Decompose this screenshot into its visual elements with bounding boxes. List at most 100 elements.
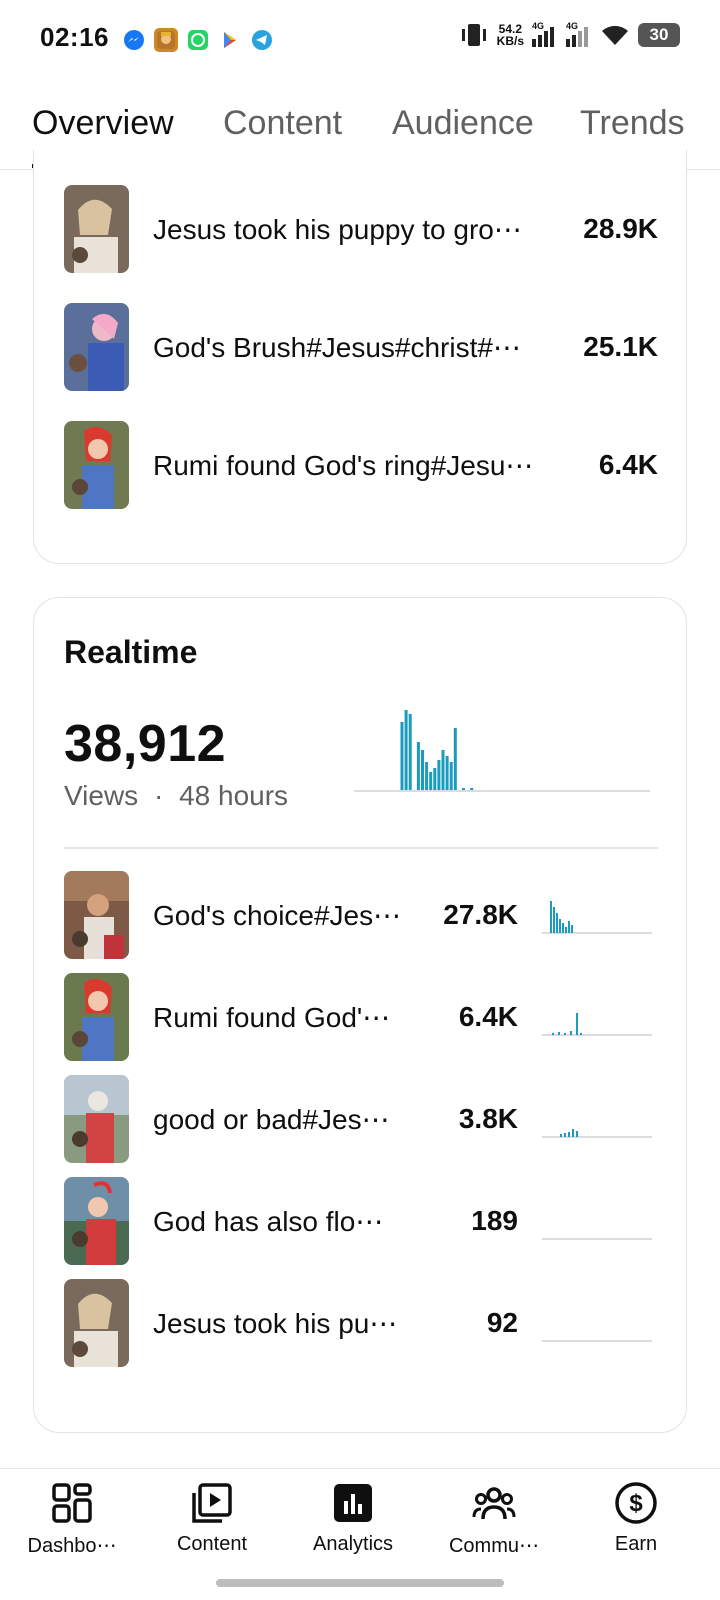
realtime-video-row[interactable]: Rumi found God'⋯ 6.4K xyxy=(64,972,658,1062)
video-title: good or bad#Jes⋯ xyxy=(153,1103,390,1135)
video-sparkline xyxy=(542,1013,652,1036)
period-label: 48 hours xyxy=(179,780,289,811)
realtime-card[interactable]: Realtime 38,912 Views · 48 hours God's c… xyxy=(33,597,687,1433)
system-indicators: 54.2 KB/s 4G 4G 30 xyxy=(459,21,680,48)
video-views: 27.8K xyxy=(443,899,518,930)
video-views: 189 xyxy=(471,1205,518,1236)
nav-community[interactable]: Commu⋯ xyxy=(422,1481,566,1558)
chart-bar xyxy=(445,756,449,790)
chart-bar xyxy=(408,714,412,790)
video-sparkline xyxy=(542,1238,652,1240)
video-title: Jesus took his pu⋯ xyxy=(153,1307,398,1339)
realtime-subtitle: Views · 48 hours xyxy=(64,780,288,812)
video-thumbnail xyxy=(64,303,129,391)
chart-bar xyxy=(437,760,441,790)
nav-label: Commu⋯ xyxy=(448,1535,539,1557)
messenger-icon xyxy=(122,28,146,52)
nav-label: Dashbo⋯ xyxy=(27,1535,117,1557)
video-thumbnail xyxy=(64,973,129,1061)
wifi-icon xyxy=(602,25,628,45)
nav-label: Content xyxy=(176,1533,248,1555)
nav-label: Earn xyxy=(614,1533,658,1555)
video-thumbnail xyxy=(64,421,129,509)
realtime-video-row[interactable]: God's choice#Jes⋯ 27.8K xyxy=(64,870,658,960)
play-store-icon xyxy=(218,28,242,52)
tab-content[interactable]: Content xyxy=(223,104,342,143)
video-title: Rumi found God'⋯ xyxy=(153,1001,391,1033)
signal-1-label: 4G xyxy=(532,21,545,31)
dashboard-icon xyxy=(52,1483,92,1523)
chart-bar xyxy=(449,762,453,790)
top-content-item[interactable]: Rumi found God's ring#Jesu⋯ 6.4K xyxy=(64,420,658,510)
network-speed-unit: KB/s xyxy=(496,34,524,48)
game-app-icon xyxy=(154,28,178,52)
views-label: Views xyxy=(64,780,139,811)
realtime-video-row[interactable]: good or bad#Jes⋯ 3.8K xyxy=(64,1074,658,1164)
realtime-video-row[interactable]: God has also flo⋯ 189 xyxy=(64,1176,658,1266)
video-title: God's choice#Jes⋯ xyxy=(153,899,402,931)
video-views: 28.9K xyxy=(583,213,658,244)
analytics-icon xyxy=(334,1484,372,1522)
separator: · xyxy=(153,780,164,811)
nav-content[interactable]: Content xyxy=(140,1481,284,1556)
battery-icon: 30 xyxy=(638,23,680,47)
video-thumbnail xyxy=(64,1279,129,1367)
chart-bar xyxy=(400,722,404,790)
video-thumbnail xyxy=(64,1177,129,1265)
video-thumbnail xyxy=(64,1075,129,1163)
video-title: God has also flo⋯ xyxy=(153,1205,384,1237)
video-thumbnail xyxy=(64,871,129,959)
video-thumbnail xyxy=(64,185,129,273)
video-sparkline xyxy=(542,1340,652,1342)
top-content-item[interactable]: Jesus took his puppy to gro⋯ 28.9K xyxy=(64,184,658,274)
video-views: 92 xyxy=(486,1307,518,1338)
realtime-bar-chart xyxy=(354,710,650,792)
nav-earn[interactable]: $ Earn xyxy=(564,1481,708,1556)
realtime-video-row[interactable]: Jesus took his pu⋯ 92 xyxy=(64,1278,658,1368)
notification-icons xyxy=(122,28,274,52)
video-sparkline xyxy=(542,901,652,934)
nav-analytics[interactable]: Analytics xyxy=(281,1481,425,1556)
video-title: Rumi found God's ring#Jesu⋯ xyxy=(153,449,534,481)
divider xyxy=(64,847,658,849)
realtime-title: Realtime xyxy=(64,634,198,670)
nav-dashboard[interactable]: Dashbo⋯ xyxy=(0,1481,144,1558)
tab-trends[interactable]: Trends xyxy=(580,104,685,143)
video-title: God's Brush#Jesus#christ#⋯ xyxy=(153,331,521,363)
signal-icon-1: 4G xyxy=(532,21,558,47)
video-views: 25.1K xyxy=(583,331,658,362)
status-time: 02:16 xyxy=(40,22,109,52)
chart-bar xyxy=(453,728,457,790)
chart-bar xyxy=(404,710,408,790)
chart-bar xyxy=(416,742,420,790)
whatsapp-icon xyxy=(186,28,210,52)
video-views: 6.4K xyxy=(458,1001,518,1032)
signal-icon-2: 4G xyxy=(566,21,592,47)
chart-bar xyxy=(433,768,437,790)
chart-bar xyxy=(429,772,433,790)
community-icon xyxy=(472,1487,516,1520)
content-icon xyxy=(192,1483,232,1523)
chart-bar xyxy=(441,750,445,790)
top-content-item[interactable]: God's Brush#Jesus#christ#⋯ 25.1K xyxy=(64,302,658,392)
vibrate-icon xyxy=(461,24,486,46)
chart-bar xyxy=(425,762,429,790)
top-content-card: Jesus took his puppy to gro⋯ 28.9K God's… xyxy=(33,150,687,564)
signal-2-label: 4G xyxy=(566,21,579,31)
tab-audience[interactable]: Audience xyxy=(392,104,534,143)
realtime-views-count: 38,912 xyxy=(64,715,227,773)
video-views: 6.4K xyxy=(598,449,658,480)
telegram-icon xyxy=(250,28,274,52)
chart-bar xyxy=(462,788,465,790)
status-bar: 02:16 54.2 KB/s 4G 4G 30 xyxy=(0,0,720,80)
earn-icon: $ xyxy=(615,1482,657,1524)
network-speed: 54.2 KB/s xyxy=(497,23,524,47)
nav-label: Analytics xyxy=(312,1533,394,1555)
video-title: Jesus took his puppy to gro⋯ xyxy=(153,213,522,245)
svg-text:$: $ xyxy=(629,1490,643,1517)
home-indicator[interactable] xyxy=(216,1579,504,1587)
video-views: 3.8K xyxy=(458,1103,518,1134)
tab-overview[interactable]: Overview xyxy=(32,104,174,143)
chart-bar xyxy=(421,750,424,790)
video-sparkline xyxy=(542,1129,652,1138)
